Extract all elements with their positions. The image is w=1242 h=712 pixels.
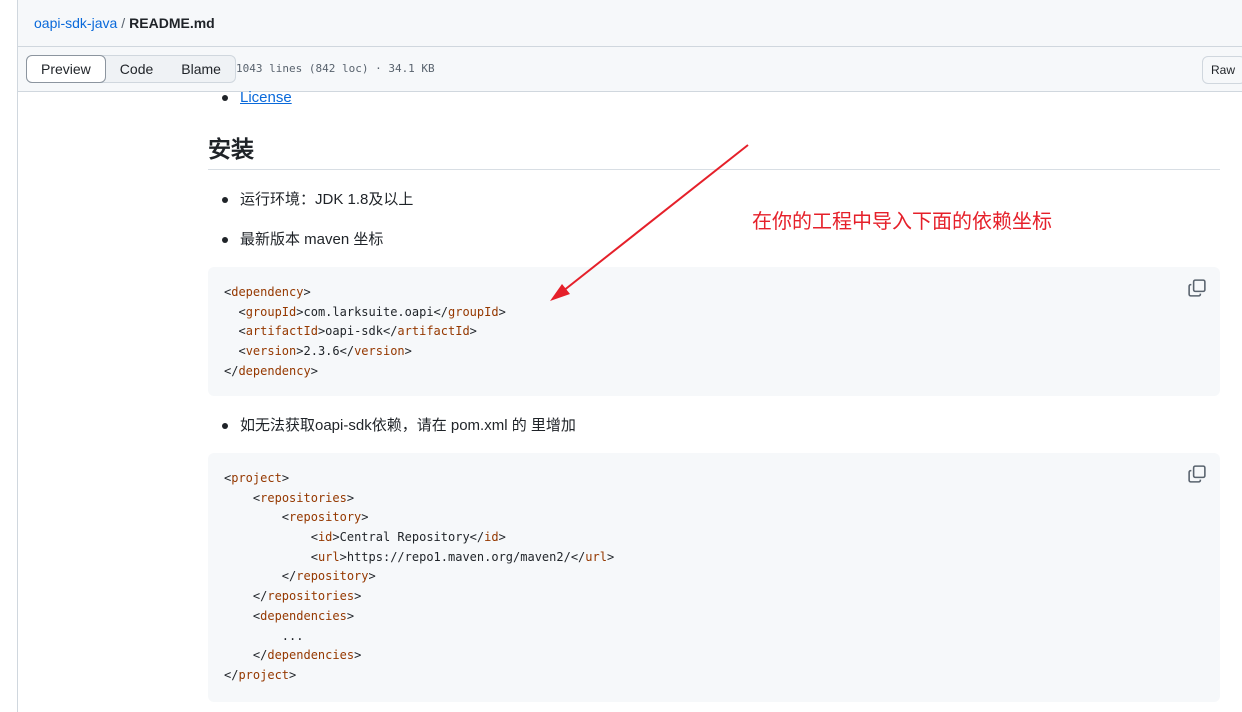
copy-icon[interactable] (1188, 465, 1206, 483)
bullet-dot (222, 237, 228, 243)
project-code-block: <project> <repositories> <repository> <i… (208, 453, 1220, 702)
breadcrumb-repo-link[interactable]: oapi-sdk-java (34, 15, 117, 31)
file-toolbar: Preview Code Blame 1043 lines (842 loc) … (18, 47, 1242, 92)
bullet-version-text: 最新版本 maven 坐标 (240, 231, 384, 248)
annotation-text: 在你的工程中导入下面的依赖坐标 (752, 211, 1052, 233)
license-link[interactable]: License (240, 88, 292, 108)
code-line: ... (281, 628, 304, 643)
code-line: </repositories> (252, 589, 362, 604)
code-line: <project> (224, 471, 290, 485)
list-item: 最新版本 maven 坐标 (222, 230, 383, 250)
code-line: <dependencies> (252, 608, 355, 623)
code-line: <repository> (281, 510, 369, 525)
code-line: <url>https://repo1.maven.org/maven2/</ur… (310, 549, 615, 564)
list-item: 如无法获取oapi-sdk依赖，请在 pom.xml 的 里增加 (222, 416, 576, 436)
code-line: <id>Central Repository</id> (310, 530, 506, 545)
view-mode-tabs: Preview Code Blame (26, 55, 236, 83)
bullet-dot (222, 423, 228, 429)
bullet-dot (222, 95, 228, 101)
list-item: 运行环境：JDK 1.8及以上 (222, 190, 413, 210)
bullet-env-text: 运行环境：JDK 1.8及以上 (240, 191, 414, 208)
code-line: </dependency> (224, 363, 318, 378)
bullet-dot (222, 197, 228, 203)
raw-button[interactable]: Raw (1202, 56, 1242, 84)
breadcrumb: oapi-sdk-java / README.md (18, 0, 1242, 47)
list-item: License (222, 88, 292, 108)
code-line: </dependencies> (252, 648, 362, 663)
code-line: <version>2.3.6</version> (238, 344, 412, 359)
breadcrumb-separator: / (121, 15, 126, 31)
tab-code[interactable]: Code (106, 56, 167, 82)
file-meta: 1043 lines (842 loc) · 34.1 KB (236, 62, 435, 75)
code-line: </project> (224, 667, 297, 682)
breadcrumb-file-name: README.md (129, 15, 215, 31)
tab-blame[interactable]: Blame (167, 56, 235, 82)
tab-preview[interactable]: Preview (26, 55, 106, 83)
copy-icon[interactable] (1188, 279, 1206, 297)
code-line: <repositories> (252, 490, 355, 505)
left-border (17, 0, 18, 712)
annotation-arrow-icon (550, 144, 749, 301)
code-line: </repository> (281, 569, 376, 584)
code-line: <artifactId>oapi-sdk</artifactId> (238, 324, 477, 339)
bullet-fallback-text: 如无法获取oapi-sdk依赖，请在 pom.xml 的 里增加 (240, 417, 576, 434)
